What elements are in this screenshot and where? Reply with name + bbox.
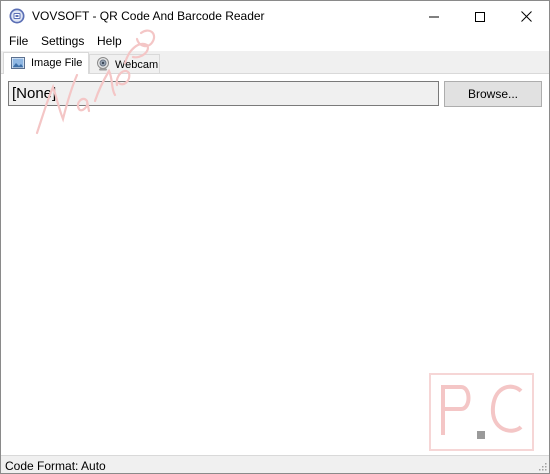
maximize-icon <box>475 11 485 22</box>
image-icon <box>11 57 25 69</box>
tab-image-file-label: Image File <box>31 57 83 69</box>
app-window: VOVSOFT - QR Code And Barcode Reader Fil… <box>0 0 550 474</box>
minimize-button[interactable] <box>411 1 457 32</box>
browse-button[interactable]: Browse... <box>444 81 542 107</box>
tab-webcam[interactable]: Webcam <box>89 54 160 73</box>
menu-file[interactable]: File <box>9 34 28 48</box>
maximize-button[interactable] <box>457 1 503 32</box>
tab-strip: Image File Webcam <box>1 51 549 74</box>
status-bar: Code Format: Auto <box>1 455 549 473</box>
webcam-icon <box>97 57 109 71</box>
tab-image-file[interactable]: Image File <box>3 52 89 74</box>
close-icon <box>520 11 532 22</box>
app-logo-icon <box>9 8 25 24</box>
menu-help[interactable]: Help <box>97 34 122 48</box>
menu-settings[interactable]: Settings <box>41 34 84 48</box>
window-title: VOVSOFT - QR Code And Barcode Reader <box>32 9 265 23</box>
menu-bar: File Settings Help <box>1 32 549 51</box>
minimize-icon <box>429 16 439 17</box>
status-code-format: Code Format: Auto <box>5 459 106 473</box>
close-button[interactable] <box>503 1 549 32</box>
title-bar[interactable]: VOVSOFT - QR Code And Barcode Reader <box>1 1 549 32</box>
resize-grip-icon[interactable] <box>537 461 547 471</box>
file-path-field[interactable]: [None] <box>8 81 439 106</box>
image-file-panel: [None] Browse... <box>1 73 549 456</box>
tab-webcam-label: Webcam <box>115 59 159 71</box>
